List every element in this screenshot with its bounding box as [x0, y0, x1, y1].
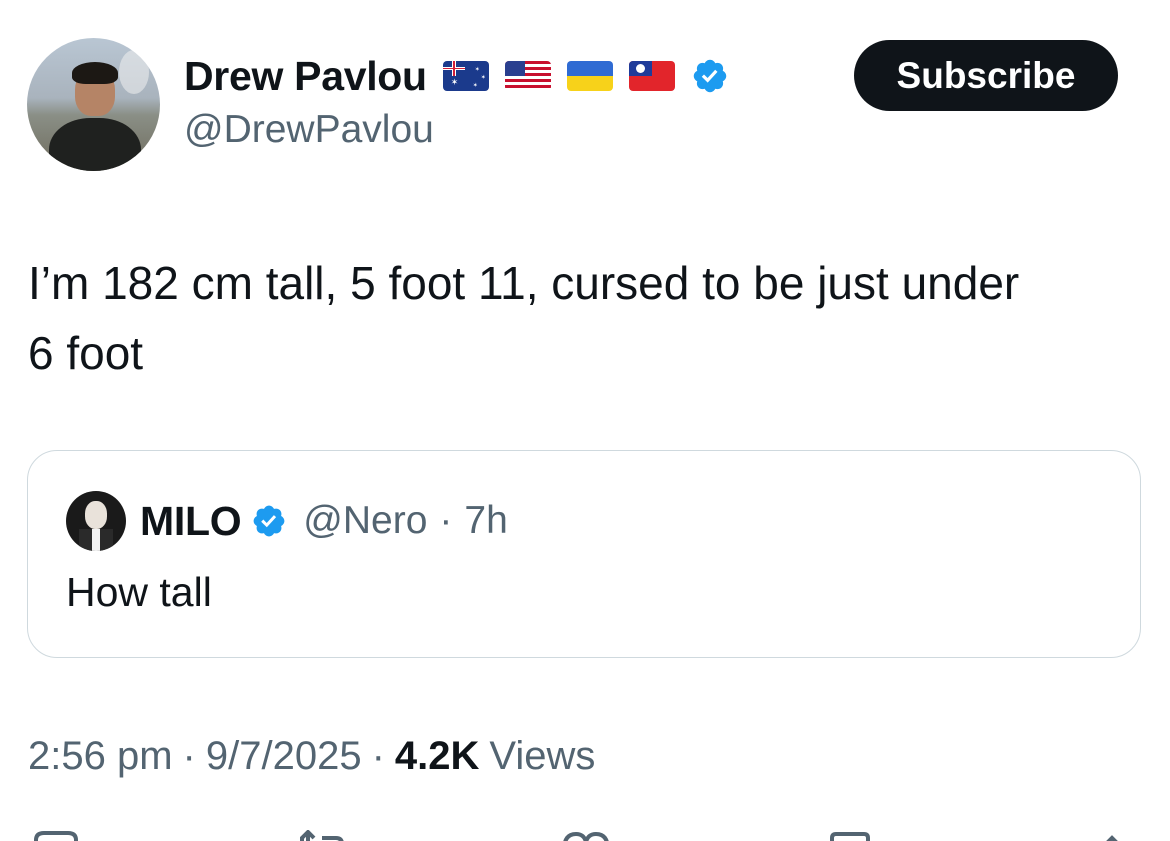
verified-badge-icon[interactable] [691, 57, 729, 95]
tweet-date[interactable]: 9/7/2025 [206, 734, 362, 779]
separator-dot: · [371, 734, 385, 778]
quoted-author-handle[interactable]: @Nero [303, 499, 427, 543]
separator-dot: · [439, 499, 453, 542]
quoted-author-avatar[interactable] [66, 491, 126, 551]
quoted-tweet-text: How tall [66, 569, 212, 615]
avatar-face [85, 501, 107, 529]
bookmark-icon[interactable] [826, 830, 874, 841]
like-icon[interactable] [560, 830, 612, 841]
subscribe-button[interactable]: Subscribe [854, 40, 1118, 111]
author-display-name[interactable]: Drew Pavlou [184, 53, 427, 100]
author-handle[interactable]: @DrewPavlou [184, 108, 434, 152]
quoted-author-display-name[interactable]: MILO [140, 498, 242, 545]
usa-flag-icon [504, 61, 551, 91]
verified-badge-icon [251, 503, 287, 539]
quoted-tweet-card[interactable]: MILO @Nero · 7h How tall [27, 450, 1141, 658]
australia-flag-icon: ✶ ✶ ✶ ✶ [442, 61, 489, 91]
ukraine-flag-icon [566, 61, 613, 91]
tweet-text: I’m 182 cm tall, 5 foot 11, cursed to be… [28, 257, 1020, 379]
quoted-tweet-time[interactable]: 7h [464, 499, 507, 543]
retweet-icon[interactable] [292, 830, 352, 841]
share-icon[interactable] [1092, 830, 1132, 841]
tweet-meta: 2:56 pm · 9/7/2025 · 4.2K Views [28, 734, 595, 779]
author-avatar[interactable] [27, 38, 160, 171]
reply-icon[interactable] [30, 830, 82, 841]
avatar-body [79, 529, 113, 551]
views-label: Views [489, 734, 596, 778]
separator-dot: · [182, 734, 196, 778]
quoted-author-row: MILO @Nero · 7h [140, 495, 508, 547]
views-count: 4.2K [394, 734, 480, 778]
tweet-detail: Drew Pavlou ✶ ✶ ✶ ✶ @DrewPavlou Subscrib… [0, 0, 1170, 841]
avatar-body [49, 118, 141, 171]
taiwan-flag-icon [628, 61, 675, 91]
avatar-background [119, 50, 149, 94]
author-name-row: Drew Pavlou ✶ ✶ ✶ ✶ [184, 52, 729, 100]
tweet-time[interactable]: 2:56 pm [28, 734, 173, 779]
action-bar [0, 826, 1170, 841]
avatar-hair [72, 62, 118, 84]
